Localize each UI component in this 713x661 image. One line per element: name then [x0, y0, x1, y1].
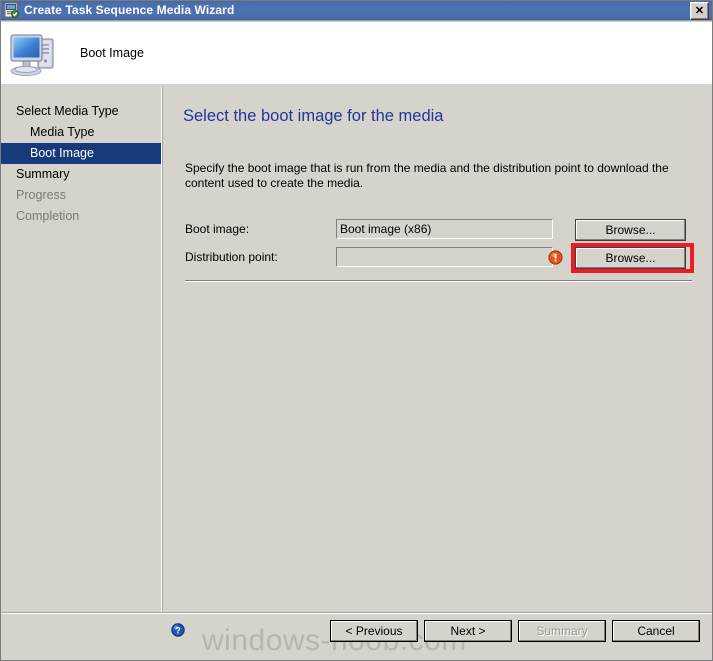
- next-button[interactable]: Next >: [424, 620, 512, 642]
- distribution-point-browse-button[interactable]: Browse...: [575, 247, 686, 269]
- wizard-window: Create Task Sequence Media Wizard ✕ Boot…: [0, 0, 713, 661]
- content-pane: Select the boot image for the media Spec…: [170, 87, 713, 613]
- computer-icon: [8, 27, 60, 79]
- summary-button: Summary: [518, 620, 606, 642]
- dialog-body: Select Media Type Media Type Boot Image …: [0, 84, 713, 613]
- distribution-point-input[interactable]: [336, 247, 553, 267]
- sidebar-item-boot-image[interactable]: Boot Image: [0, 143, 161, 164]
- header-title: Boot Image: [80, 46, 144, 60]
- cancel-button[interactable]: Cancel: [612, 620, 700, 642]
- sidebar-item-summary[interactable]: Summary: [0, 164, 161, 185]
- distribution-point-label: Distribution point:: [185, 250, 278, 264]
- close-icon[interactable]: ✕: [690, 2, 709, 20]
- boot-image-label: Boot image:: [185, 222, 250, 236]
- window-title: Create Task Sequence Media Wizard: [24, 3, 235, 17]
- svg-text:?: ?: [175, 626, 181, 636]
- error-exclamation-icon: [548, 250, 563, 265]
- distribution-point-row: Distribution point: Browse...: [170, 243, 713, 273]
- sidebar-item-select-media-type[interactable]: Select Media Type: [0, 101, 161, 122]
- boot-image-browse-button[interactable]: Browse...: [575, 219, 686, 241]
- sidebar-item-completion: Completion: [16, 209, 80, 223]
- page-description: Specify the boot image that is run from …: [185, 161, 669, 190]
- page-title: Select the boot image for the media: [183, 107, 444, 125]
- boot-image-row: Boot image: Boot image (x86) Browse...: [170, 219, 713, 241]
- boot-image-input[interactable]: Boot image (x86): [336, 219, 553, 239]
- header-banner: Boot Image: [0, 22, 713, 84]
- wizard-icon: [4, 2, 20, 18]
- content-divider: [185, 280, 692, 282]
- sidebar-item-media-type[interactable]: Media Type: [0, 122, 161, 143]
- help-question-icon[interactable]: ?: [170, 622, 186, 638]
- previous-button[interactable]: < Previous: [330, 620, 418, 642]
- wizard-step-list: Select Media Type Media Type Boot Image …: [0, 87, 163, 613]
- title-bar: Create Task Sequence Media Wizard ✕: [0, 0, 713, 21]
- sidebar-item-progress: Progress: [16, 188, 67, 202]
